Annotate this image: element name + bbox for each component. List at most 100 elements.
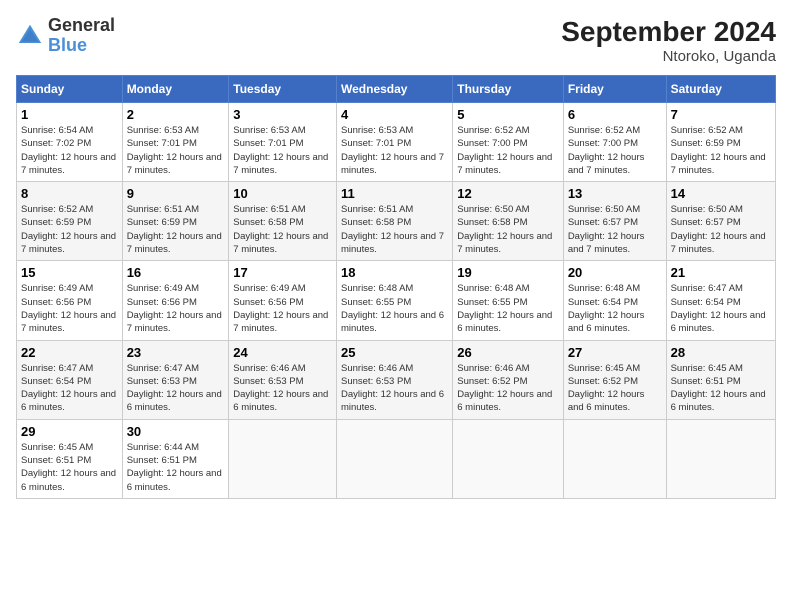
calendar-week-row: 8 Sunrise: 6:52 AM Sunset: 6:59 PM Dayli… — [17, 182, 776, 261]
calendar-subtitle: Ntoroko, Uganda — [561, 48, 776, 65]
calendar-week-row: 15 Sunrise: 6:49 AM Sunset: 6:56 PM Dayl… — [17, 261, 776, 340]
table-row: 28 Sunrise: 6:45 AM Sunset: 6:51 PM Dayl… — [666, 340, 775, 419]
calendar-table: Sunday Monday Tuesday Wednesday Thursday… — [16, 75, 776, 499]
day-number: 19 — [457, 265, 559, 280]
col-tuesday: Tuesday — [229, 76, 337, 103]
day-number: 28 — [671, 345, 771, 360]
logo: General Blue — [16, 16, 115, 56]
table-row: 22 Sunrise: 6:47 AM Sunset: 6:54 PM Dayl… — [17, 340, 123, 419]
header: General Blue September 2024 Ntoroko, Uga… — [16, 16, 776, 65]
table-row: 6 Sunrise: 6:52 AM Sunset: 7:00 PM Dayli… — [563, 103, 666, 182]
logo-general: General — [48, 15, 115, 35]
day-info: Sunrise: 6:45 AM Sunset: 6:51 PM Dayligh… — [21, 441, 118, 494]
table-row — [563, 419, 666, 498]
day-info: Sunrise: 6:48 AM Sunset: 6:55 PM Dayligh… — [341, 282, 448, 335]
table-row: 10 Sunrise: 6:51 AM Sunset: 6:58 PM Dayl… — [229, 182, 337, 261]
day-number: 24 — [233, 345, 332, 360]
day-info: Sunrise: 6:53 AM Sunset: 7:01 PM Dayligh… — [127, 124, 225, 177]
day-info: Sunrise: 6:52 AM Sunset: 7:00 PM Dayligh… — [568, 124, 662, 177]
day-info: Sunrise: 6:50 AM Sunset: 6:57 PM Dayligh… — [568, 203, 662, 256]
day-info: Sunrise: 6:50 AM Sunset: 6:57 PM Dayligh… — [671, 203, 771, 256]
day-info: Sunrise: 6:46 AM Sunset: 6:52 PM Dayligh… — [457, 362, 559, 415]
day-info: Sunrise: 6:49 AM Sunset: 6:56 PM Dayligh… — [21, 282, 118, 335]
table-row: 20 Sunrise: 6:48 AM Sunset: 6:54 PM Dayl… — [563, 261, 666, 340]
table-row: 21 Sunrise: 6:47 AM Sunset: 6:54 PM Dayl… — [666, 261, 775, 340]
table-row: 9 Sunrise: 6:51 AM Sunset: 6:59 PM Dayli… — [122, 182, 229, 261]
day-number: 7 — [671, 107, 771, 122]
table-row: 12 Sunrise: 6:50 AM Sunset: 6:58 PM Dayl… — [453, 182, 564, 261]
table-row: 24 Sunrise: 6:46 AM Sunset: 6:53 PM Dayl… — [229, 340, 337, 419]
col-wednesday: Wednesday — [337, 76, 453, 103]
table-row: 23 Sunrise: 6:47 AM Sunset: 6:53 PM Dayl… — [122, 340, 229, 419]
day-number: 8 — [21, 186, 118, 201]
day-info: Sunrise: 6:47 AM Sunset: 6:53 PM Dayligh… — [127, 362, 225, 415]
day-number: 25 — [341, 345, 448, 360]
logo-icon — [16, 22, 44, 50]
table-row — [453, 419, 564, 498]
table-row: 17 Sunrise: 6:49 AM Sunset: 6:56 PM Dayl… — [229, 261, 337, 340]
table-row: 26 Sunrise: 6:46 AM Sunset: 6:52 PM Dayl… — [453, 340, 564, 419]
table-row: 1 Sunrise: 6:54 AM Sunset: 7:02 PM Dayli… — [17, 103, 123, 182]
table-row: 2 Sunrise: 6:53 AM Sunset: 7:01 PM Dayli… — [122, 103, 229, 182]
table-row: 8 Sunrise: 6:52 AM Sunset: 6:59 PM Dayli… — [17, 182, 123, 261]
day-info: Sunrise: 6:48 AM Sunset: 6:54 PM Dayligh… — [568, 282, 662, 335]
day-info: Sunrise: 6:51 AM Sunset: 6:58 PM Dayligh… — [233, 203, 332, 256]
table-row: 19 Sunrise: 6:48 AM Sunset: 6:55 PM Dayl… — [453, 261, 564, 340]
day-number: 23 — [127, 345, 225, 360]
day-info: Sunrise: 6:46 AM Sunset: 6:53 PM Dayligh… — [233, 362, 332, 415]
calendar-week-row: 1 Sunrise: 6:54 AM Sunset: 7:02 PM Dayli… — [17, 103, 776, 182]
day-number: 29 — [21, 424, 118, 439]
day-info: Sunrise: 6:49 AM Sunset: 6:56 PM Dayligh… — [233, 282, 332, 335]
day-info: Sunrise: 6:49 AM Sunset: 6:56 PM Dayligh… — [127, 282, 225, 335]
table-row: 5 Sunrise: 6:52 AM Sunset: 7:00 PM Dayli… — [453, 103, 564, 182]
day-number: 16 — [127, 265, 225, 280]
col-thursday: Thursday — [453, 76, 564, 103]
day-number: 6 — [568, 107, 662, 122]
table-row: 4 Sunrise: 6:53 AM Sunset: 7:01 PM Dayli… — [337, 103, 453, 182]
day-info: Sunrise: 6:47 AM Sunset: 6:54 PM Dayligh… — [671, 282, 771, 335]
day-number: 9 — [127, 186, 225, 201]
day-number: 5 — [457, 107, 559, 122]
logo-text: General Blue — [48, 16, 115, 56]
table-row: 25 Sunrise: 6:46 AM Sunset: 6:53 PM Dayl… — [337, 340, 453, 419]
table-row: 7 Sunrise: 6:52 AM Sunset: 6:59 PM Dayli… — [666, 103, 775, 182]
day-number: 4 — [341, 107, 448, 122]
day-number: 15 — [21, 265, 118, 280]
day-info: Sunrise: 6:47 AM Sunset: 6:54 PM Dayligh… — [21, 362, 118, 415]
day-info: Sunrise: 6:51 AM Sunset: 6:59 PM Dayligh… — [127, 203, 225, 256]
calendar-header-row: Sunday Monday Tuesday Wednesday Thursday… — [17, 76, 776, 103]
day-info: Sunrise: 6:52 AM Sunset: 6:59 PM Dayligh… — [671, 124, 771, 177]
calendar-week-row: 22 Sunrise: 6:47 AM Sunset: 6:54 PM Dayl… — [17, 340, 776, 419]
title-block: September 2024 Ntoroko, Uganda — [561, 16, 776, 65]
day-number: 18 — [341, 265, 448, 280]
table-row: 15 Sunrise: 6:49 AM Sunset: 6:56 PM Dayl… — [17, 261, 123, 340]
day-number: 30 — [127, 424, 225, 439]
day-number: 2 — [127, 107, 225, 122]
day-number: 3 — [233, 107, 332, 122]
day-number: 14 — [671, 186, 771, 201]
day-number: 12 — [457, 186, 559, 201]
calendar-week-row: 29 Sunrise: 6:45 AM Sunset: 6:51 PM Dayl… — [17, 419, 776, 498]
day-info: Sunrise: 6:52 AM Sunset: 6:59 PM Dayligh… — [21, 203, 118, 256]
day-number: 20 — [568, 265, 662, 280]
table-row: 18 Sunrise: 6:48 AM Sunset: 6:55 PM Dayl… — [337, 261, 453, 340]
day-number: 17 — [233, 265, 332, 280]
table-row: 11 Sunrise: 6:51 AM Sunset: 6:58 PM Dayl… — [337, 182, 453, 261]
table-row — [229, 419, 337, 498]
calendar-title: September 2024 — [561, 16, 776, 48]
col-friday: Friday — [563, 76, 666, 103]
day-number: 21 — [671, 265, 771, 280]
day-info: Sunrise: 6:45 AM Sunset: 6:52 PM Dayligh… — [568, 362, 662, 415]
day-number: 10 — [233, 186, 332, 201]
table-row: 27 Sunrise: 6:45 AM Sunset: 6:52 PM Dayl… — [563, 340, 666, 419]
col-saturday: Saturday — [666, 76, 775, 103]
table-row: 29 Sunrise: 6:45 AM Sunset: 6:51 PM Dayl… — [17, 419, 123, 498]
day-info: Sunrise: 6:53 AM Sunset: 7:01 PM Dayligh… — [233, 124, 332, 177]
day-number: 26 — [457, 345, 559, 360]
table-row: 3 Sunrise: 6:53 AM Sunset: 7:01 PM Dayli… — [229, 103, 337, 182]
day-info: Sunrise: 6:44 AM Sunset: 6:51 PM Dayligh… — [127, 441, 225, 494]
day-number: 11 — [341, 186, 448, 201]
day-info: Sunrise: 6:48 AM Sunset: 6:55 PM Dayligh… — [457, 282, 559, 335]
day-info: Sunrise: 6:46 AM Sunset: 6:53 PM Dayligh… — [341, 362, 448, 415]
day-number: 1 — [21, 107, 118, 122]
